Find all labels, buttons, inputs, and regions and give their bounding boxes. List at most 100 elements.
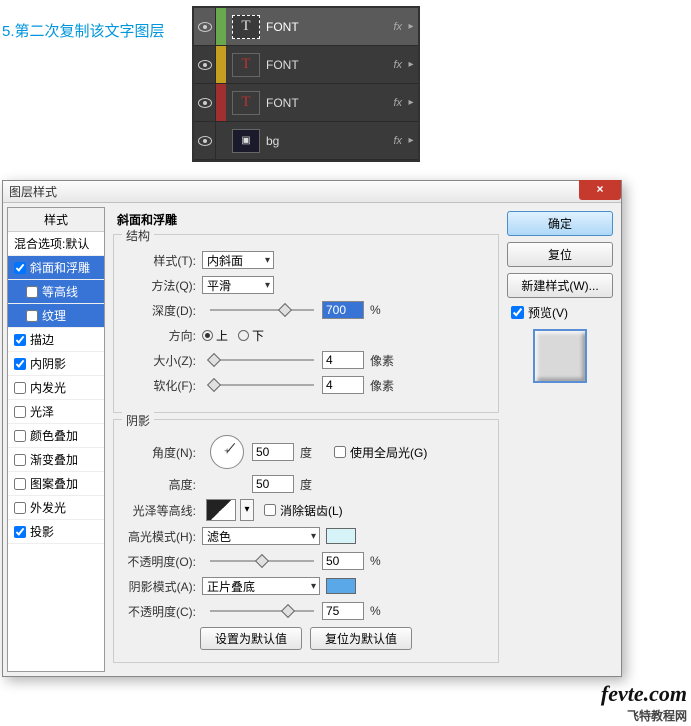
style-item-pattern-overlay[interactable]: 图案叠加 <box>8 472 104 496</box>
layer-row[interactable]: T FONT fx ▸ <box>194 84 418 122</box>
visibility-toggle[interactable] <box>194 122 216 159</box>
fx-badge[interactable]: fx <box>393 135 402 147</box>
section-title: 斜面和浮雕 <box>117 211 499 228</box>
highlight-opacity-slider[interactable] <box>210 560 314 562</box>
antialias-checkbox[interactable]: 消除锯齿(L) <box>264 502 343 519</box>
highlight-opacity-input[interactable]: 50 <box>322 552 364 570</box>
style-checkbox[interactable] <box>14 502 26 514</box>
direction-up-radio[interactable]: 上 <box>202 327 228 344</box>
fx-badge[interactable]: fx <box>393 59 402 71</box>
fx-badge[interactable]: fx <box>393 97 402 109</box>
fx-expand-icon[interactable]: ▸ <box>404 135 418 146</box>
layer-name[interactable]: bg <box>266 134 393 148</box>
ok-button[interactable]: 确定 <box>507 211 613 236</box>
reset-default-button[interactable]: 复位为默认值 <box>310 627 412 650</box>
soften-slider[interactable] <box>210 384 314 386</box>
size-slider[interactable] <box>210 359 314 361</box>
style-checkbox[interactable] <box>26 286 38 298</box>
style-item-bevel[interactable]: 斜面和浮雕 <box>8 256 104 280</box>
highlight-opacity-unit: % <box>364 554 398 568</box>
visibility-toggle[interactable] <box>194 46 216 83</box>
fx-expand-icon[interactable]: ▸ <box>404 21 418 32</box>
depth-slider[interactable] <box>210 309 314 311</box>
make-default-button[interactable]: 设置为默认值 <box>200 627 302 650</box>
direction-down-radio[interactable]: 下 <box>238 327 264 344</box>
shadow-mode-dropdown[interactable]: 正片叠底 <box>202 577 320 595</box>
style-item-satin[interactable]: 光泽 <box>8 400 104 424</box>
cancel-button[interactable]: 复位 <box>507 242 613 267</box>
style-item-color-overlay[interactable]: 颜色叠加 <box>8 424 104 448</box>
fx-expand-icon[interactable]: ▸ <box>404 97 418 108</box>
style-item-inner-shadow[interactable]: 内阴影 <box>8 352 104 376</box>
layer-thumbnail[interactable]: T <box>232 91 260 115</box>
shadow-color-chip[interactable] <box>326 578 356 594</box>
visibility-toggle[interactable] <box>194 8 216 45</box>
layer-thumbnail[interactable]: T <box>232 15 260 39</box>
close-button[interactable]: × <box>579 180 621 200</box>
style-checkbox[interactable] <box>14 334 26 346</box>
highlight-color-chip[interactable] <box>326 528 356 544</box>
shadow-opacity-unit: % <box>364 604 398 618</box>
highlight-mode-dropdown[interactable]: 滤色 <box>202 527 320 545</box>
gloss-contour-picker[interactable] <box>206 499 236 521</box>
label-shadow-mode: 阴影模式(A): <box>126 578 202 595</box>
layer-name[interactable]: FONT <box>266 96 393 110</box>
style-item-stroke[interactable]: 描边 <box>8 328 104 352</box>
layer-name[interactable]: FONT <box>266 20 393 34</box>
altitude-input[interactable]: 50 <box>252 475 294 493</box>
dialog-titlebar[interactable]: 图层样式 × <box>3 181 621 203</box>
shadow-opacity-slider[interactable] <box>210 610 314 612</box>
style-dropdown[interactable]: 内斜面 <box>202 251 274 269</box>
style-checkbox[interactable] <box>14 406 26 418</box>
style-item-texture[interactable]: 纹理 <box>8 304 104 328</box>
layer-color-swatch <box>216 8 226 45</box>
layer-name[interactable]: FONT <box>266 58 393 72</box>
label-gloss-contour: 光泽等高线: <box>126 502 202 519</box>
style-item-drop-shadow[interactable]: 投影 <box>8 520 104 544</box>
depth-unit: % <box>364 303 398 317</box>
preview-thumbnail <box>533 329 587 383</box>
size-unit: 像素 <box>364 352 398 369</box>
style-checkbox[interactable] <box>14 358 26 370</box>
layer-thumbnail[interactable]: T <box>232 53 260 77</box>
style-checkbox[interactable] <box>14 262 26 274</box>
blending-options-item[interactable]: 混合选项:默认 <box>8 232 104 256</box>
style-item-contour[interactable]: 等高线 <box>8 280 104 304</box>
angle-input[interactable]: 50 <box>252 443 294 461</box>
layer-row[interactable]: T FONT fx ▸ <box>194 46 418 84</box>
gloss-contour-dropdown[interactable]: ▾ <box>240 499 254 521</box>
group-legend: 结构 <box>122 227 154 244</box>
size-input[interactable]: 4 <box>322 351 364 369</box>
style-checkbox[interactable] <box>14 478 26 490</box>
style-item-gradient-overlay[interactable]: 渐变叠加 <box>8 448 104 472</box>
label-angle: 角度(N): <box>126 444 202 461</box>
fx-expand-icon[interactable]: ▸ <box>404 59 418 70</box>
style-item-inner-glow[interactable]: 内发光 <box>8 376 104 400</box>
soften-input[interactable]: 4 <box>322 376 364 394</box>
fx-badge[interactable]: fx <box>393 21 402 33</box>
style-checkbox[interactable] <box>14 454 26 466</box>
shadow-opacity-input[interactable]: 75 <box>322 602 364 620</box>
group-legend: 阴影 <box>122 412 154 429</box>
layer-row[interactable]: T FONT fx ▸ <box>194 8 418 46</box>
soften-unit: 像素 <box>364 377 398 394</box>
layer-thumbnail[interactable]: ▣ <box>232 129 260 153</box>
structure-group: 结构 样式(T): 内斜面 方法(Q): 平滑 深度(D): 700 % 方向: <box>113 234 499 413</box>
style-item-outer-glow[interactable]: 外发光 <box>8 496 104 520</box>
label-technique: 方法(Q): <box>126 277 202 294</box>
new-style-button[interactable]: 新建样式(W)... <box>507 273 613 298</box>
technique-dropdown[interactable]: 平滑 <box>202 276 274 294</box>
visibility-toggle[interactable] <box>194 84 216 121</box>
preview-checkbox[interactable]: 预览(V) <box>511 304 613 321</box>
style-checkbox[interactable] <box>14 526 26 538</box>
style-checkbox[interactable] <box>26 310 38 322</box>
layer-row[interactable]: ▣ bg fx ▸ <box>194 122 418 160</box>
style-checkbox[interactable] <box>14 430 26 442</box>
angle-wheel[interactable]: + <box>210 435 244 469</box>
style-checkbox[interactable] <box>14 382 26 394</box>
global-light-checkbox[interactable]: 使用全局光(G) <box>334 444 427 461</box>
watermark: fevte.com 飞特教程网 <box>601 681 687 724</box>
label-altitude: 高度: <box>126 476 202 493</box>
label-direction: 方向: <box>126 327 202 344</box>
depth-input[interactable]: 700 <box>322 301 364 319</box>
